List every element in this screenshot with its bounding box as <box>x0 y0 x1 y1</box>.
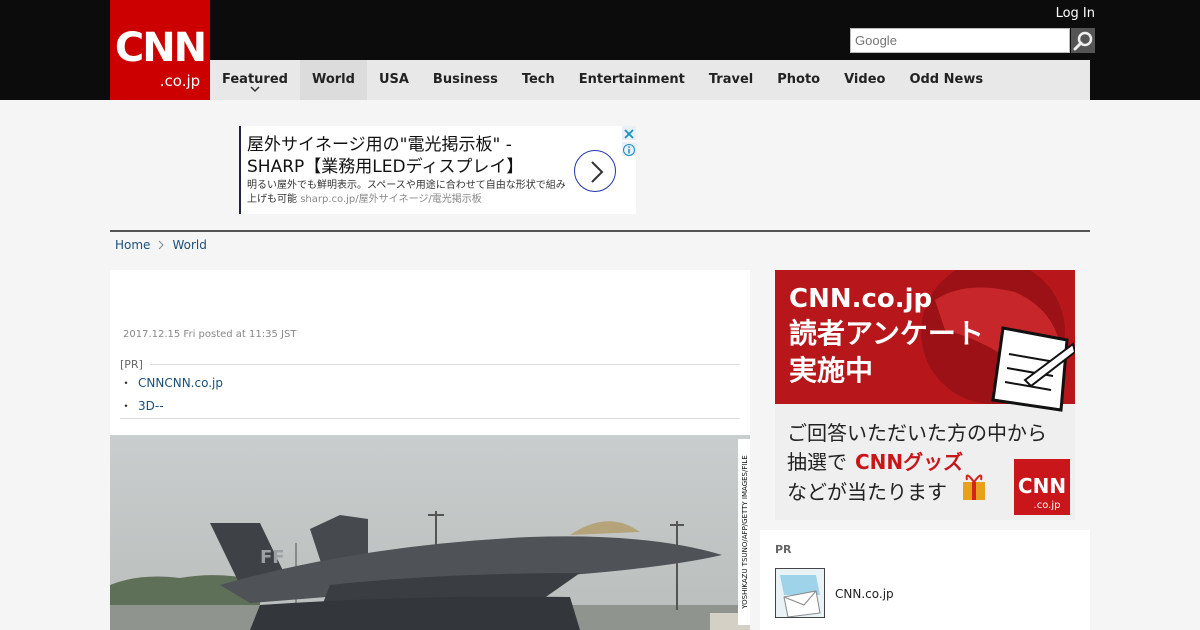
login-link[interactable]: Log In <box>1056 6 1095 21</box>
breadcrumb: Home World <box>115 238 207 252</box>
nav-photo[interactable]: Photo <box>765 60 832 100</box>
pr-link-text[interactable]: 3D-- <box>138 399 164 413</box>
nav-featured[interactable]: Featured <box>210 60 300 100</box>
survey-banner[interactable]: CNN.co.jp 読者アンケート 実施中 ご回答いただいた方の中から 抽選で … <box>775 270 1075 520</box>
section-divider <box>110 230 1090 232</box>
sidebar-pr-box: PR CNN.co.jp <box>760 530 1090 630</box>
article-card: 2017.12.15 Fri posted at 11:35 JST [PR] … <box>110 270 750 630</box>
info-icon <box>623 144 635 156</box>
pr-item-label[interactable]: CNN.co.jp <box>835 587 894 601</box>
cnn-logo[interactable]: CNN .co.jp <box>110 0 210 100</box>
survey-banner-image: CNN.co.jp 読者アンケート 実施中 ご回答いただいた方の中から 抽選で … <box>775 270 1075 520</box>
search-button[interactable] <box>1071 28 1095 53</box>
nav-usa[interactable]: USA <box>367 60 421 100</box>
mail-icon <box>776 569 824 617</box>
ad-description: 明るい屋外でも鮮明表示。スペースや用途に合わせて自由な形状で組み上げも可能 sh… <box>247 179 572 207</box>
banner-sub-2b: CNNグッズ <box>855 450 963 474</box>
logo-cojp-text: .co.jp <box>159 72 201 90</box>
search-icon <box>1073 31 1093 50</box>
photo-credit-text: YOSHIKAZU TSUNO/AFP/GETTY IMAGES/FILE <box>741 455 749 610</box>
pr-link-item[interactable]: ・ 3D-- <box>120 397 164 414</box>
breadcrumb-home[interactable]: Home <box>115 238 150 252</box>
nav-business[interactable]: Business <box>421 60 510 100</box>
nav-travel[interactable]: Travel <box>697 60 765 100</box>
banner-sub-1: ご回答いただいた方の中から <box>787 421 1047 445</box>
chevron-down-icon <box>250 86 260 93</box>
pr-thumbnail[interactable] <box>775 568 825 618</box>
pr-link-text[interactable]: CNNCNN.co.jp <box>138 376 223 390</box>
pr-divider <box>120 418 740 419</box>
top-header-bar: CNN .co.jp Log In Featured World USA Bus… <box>0 0 1200 100</box>
banner-line-3: 実施中 <box>789 354 873 387</box>
chevron-right-icon <box>159 240 165 250</box>
ad-info-button[interactable] <box>622 142 636 156</box>
banner-logo-sub: .co.jp <box>1034 500 1061 511</box>
ad-url: sharp.co.jp/屋外サイネージ/電光掲示板 <box>300 194 482 205</box>
banner-line-1: CNN.co.jp <box>789 284 932 314</box>
bullet: ・ <box>120 399 133 413</box>
banner-line-2: 読者アンケート <box>789 317 984 350</box>
chevron-right-icon <box>591 161 604 183</box>
breadcrumb-world[interactable]: World <box>172 238 206 252</box>
banner-sub-2a: 抽選で <box>787 450 847 474</box>
bullet: ・ <box>120 376 133 390</box>
banner-logo-main: CNN <box>1018 474 1066 498</box>
ad-headline[interactable]: 屋外サイネージ用の"電光掲示板" - SHARP【業務用LEDディスプレイ】 <box>247 134 567 178</box>
nav-entertainment[interactable]: Entertainment <box>567 60 697 100</box>
nav-odd-news[interactable]: Odd News <box>897 60 995 100</box>
jet-tail-mark: FF <box>260 547 285 568</box>
banner-sub-3: などが当たります <box>787 480 947 504</box>
ad-open-button[interactable] <box>574 150 616 192</box>
main-nav: Featured World USA Business Tech Enterta… <box>210 60 1090 100</box>
nav-video[interactable]: Video <box>832 60 897 100</box>
photo-credit: YOSHIKAZU TSUNO/AFP/GETTY IMAGES/FILE <box>738 439 750 625</box>
search-input[interactable] <box>850 28 1070 53</box>
advertisement-banner[interactable]: 屋外サイネージ用の"電光掲示板" - SHARP【業務用LEDディスプレイ】 明… <box>239 126 636 214</box>
nav-world[interactable]: World <box>299 60 367 100</box>
logo-cnn-text: CNN <box>114 25 207 71</box>
fighter-jet-image: FF <box>110 435 750 630</box>
nav-tech[interactable]: Tech <box>510 60 567 100</box>
pr-label: [PR] <box>120 358 143 371</box>
article-date: 2017.12.15 Fri posted at 11:35 JST <box>123 329 297 340</box>
ad-close-button[interactable] <box>622 126 636 140</box>
close-icon <box>624 129 634 139</box>
article-photo[interactable]: FF YOSHIKAZU TSUNO/AFP/GETTY IMAGES/FILE <box>110 435 750 630</box>
pr-divider <box>150 364 740 365</box>
pr-link-item[interactable]: ・ CNNCNN.co.jp <box>120 374 223 391</box>
sidebar-pr-title: PR <box>775 543 792 556</box>
